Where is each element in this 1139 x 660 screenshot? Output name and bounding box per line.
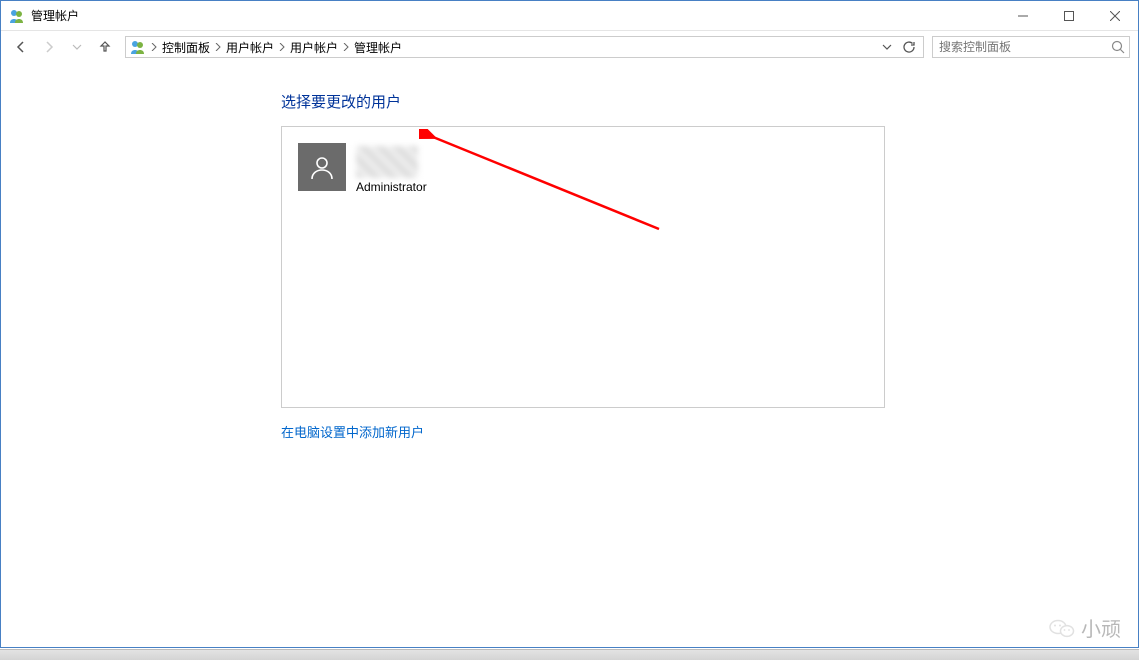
chevron-right-icon[interactable] xyxy=(214,43,222,51)
back-button[interactable] xyxy=(9,35,33,59)
search-input[interactable] xyxy=(937,39,1111,55)
up-button[interactable] xyxy=(93,35,117,59)
breadcrumb-item[interactable]: 管理帐户 xyxy=(350,39,406,56)
maximize-button[interactable] xyxy=(1046,1,1092,30)
add-new-user-link[interactable]: 在电脑设置中添加新用户 xyxy=(281,422,1138,441)
user-role: Administrator xyxy=(356,180,427,194)
address-history-button[interactable] xyxy=(877,37,897,57)
window-title: 管理帐户 xyxy=(31,7,79,24)
forward-button[interactable] xyxy=(37,35,61,59)
chevron-right-icon[interactable] xyxy=(278,43,286,51)
content-area: 选择要更改的用户 Administrator 在电脑设置中添加新用户 xyxy=(1,63,1138,441)
refresh-button[interactable] xyxy=(899,37,919,57)
chevron-right-icon[interactable] xyxy=(342,43,350,51)
chevron-right-icon[interactable] xyxy=(150,43,158,51)
breadcrumb-item[interactable]: 控制面板 xyxy=(158,39,214,56)
wechat-icon xyxy=(1049,617,1075,639)
user-name-redacted xyxy=(356,146,418,178)
search-box[interactable] xyxy=(932,36,1130,58)
window-controls xyxy=(1000,1,1138,30)
user-accounts-icon xyxy=(9,8,25,24)
user-avatar-icon xyxy=(298,143,346,191)
user-accounts-icon xyxy=(130,39,146,55)
breadcrumb-item[interactable]: 用户帐户 xyxy=(222,39,278,56)
user-entry[interactable]: Administrator xyxy=(298,143,868,194)
user-list-box: Administrator xyxy=(281,126,885,408)
watermark-text: 小顽 xyxy=(1081,613,1121,642)
address-bar-right xyxy=(877,37,921,57)
watermark: 小顽 xyxy=(1049,613,1121,642)
taskbar-hint xyxy=(0,649,1139,660)
search-icon[interactable] xyxy=(1111,40,1125,54)
close-button[interactable] xyxy=(1092,1,1138,30)
page-heading: 选择要更改的用户 xyxy=(281,91,1138,112)
user-text: Administrator xyxy=(356,143,427,194)
titlebar-left: 管理帐户 xyxy=(9,7,79,24)
address-bar[interactable]: 控制面板 用户帐户 用户帐户 管理帐户 xyxy=(125,36,924,58)
recent-locations-button[interactable] xyxy=(65,35,89,59)
titlebar: 管理帐户 xyxy=(1,1,1138,31)
minimize-button[interactable] xyxy=(1000,1,1046,30)
navigation-row: 控制面板 用户帐户 用户帐户 管理帐户 xyxy=(1,31,1138,63)
control-panel-window: 管理帐户 xyxy=(0,0,1139,648)
breadcrumb-item[interactable]: 用户帐户 xyxy=(286,39,342,56)
